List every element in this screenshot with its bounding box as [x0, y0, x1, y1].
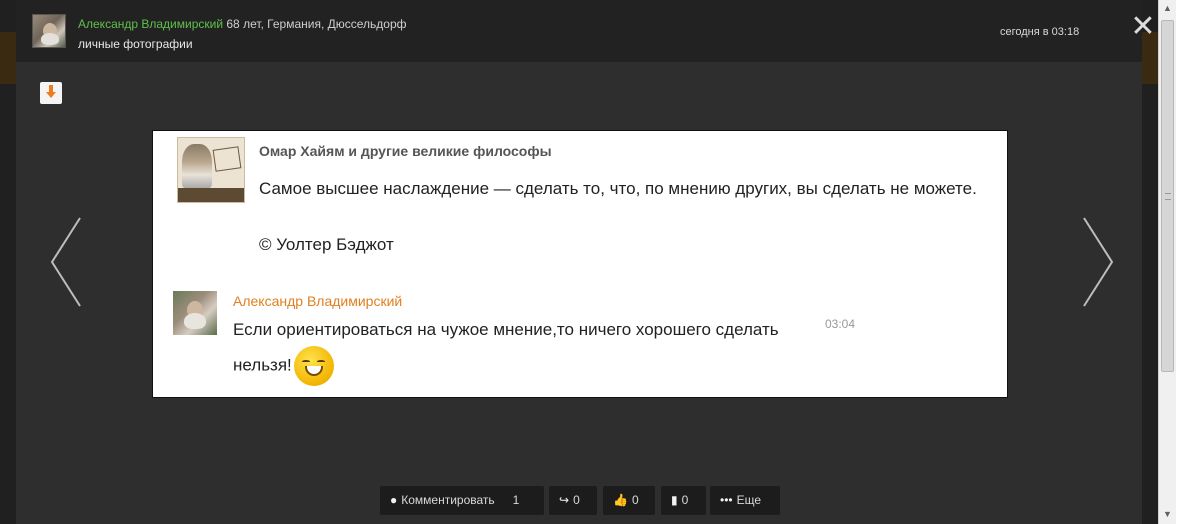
comment-label: Комментировать [401, 493, 495, 507]
smiley-icon [293, 346, 334, 386]
chevron-right-icon [1083, 217, 1114, 307]
like-button[interactable]: 👍 0 [603, 486, 655, 515]
more-label: Еще [736, 493, 762, 507]
next-photo-button[interactable] [1074, 212, 1118, 312]
stats-button[interactable]: ▮ 0 [661, 486, 706, 515]
bar-chart-icon: ▮ [671, 493, 678, 507]
author-info: Александр Владимирский 68 лет, Германия,… [78, 17, 407, 31]
download-icon [46, 85, 56, 100]
window-edge [1176, 0, 1190, 524]
comment-count: 1 [512, 493, 520, 507]
vertical-scrollbar[interactable]: ▲ ▼ [1158, 0, 1176, 524]
group-avatar-emblem [212, 146, 242, 172]
scroll-up-arrow-icon[interactable]: ▲ [1159, 0, 1176, 17]
more-button[interactable]: ••• Еще [710, 486, 780, 515]
post-timestamp: сегодня в 03:18 [1000, 26, 1080, 38]
author-avatar[interactable] [32, 14, 66, 48]
photo-viewer: Александр Владимирский 68 лет, Германия,… [16, 0, 1156, 524]
backdrop-accent [0, 32, 16, 84]
photo-viewer-page: Александр Владимирский 68 лет, Германия,… [0, 0, 1190, 524]
chevron-left-icon [50, 217, 81, 307]
scrollbar-thumb[interactable] [1161, 20, 1174, 372]
scrollbar-grip [1165, 193, 1171, 200]
ellipsis-icon: ••• [720, 493, 733, 507]
download-button[interactable] [40, 82, 62, 104]
comment-time: 03:04 [825, 317, 856, 331]
avatar-beard [41, 33, 59, 45]
backdrop-left [0, 0, 16, 524]
photo-image[interactable]: Омар Хайям и другие великие философы Сам… [152, 130, 1008, 398]
group-title: Омар Хайям и другие великие философы [259, 143, 552, 159]
thumbs-up-icon: 👍 [613, 493, 628, 507]
close-icon: ✕ [1130, 10, 1156, 43]
close-button[interactable]: ✕ [1130, 12, 1156, 42]
quote-text: Самое высшее наслаждение — сделать то, ч… [259, 179, 977, 198]
prev-photo-button[interactable] [46, 212, 90, 312]
speech-bubble-icon: ● [390, 493, 398, 507]
commenter-name: Александр Владимирский [233, 293, 403, 309]
group-avatar-caption [178, 188, 244, 202]
share-arrow-icon: ↪ [559, 493, 570, 507]
group-avatar [177, 137, 245, 203]
comment-button[interactable]: ● Комментировать 1 [380, 486, 544, 515]
stats-count: 0 [681, 493, 689, 507]
backdrop-right [1142, 0, 1158, 524]
commenter-avatar [173, 291, 217, 335]
comment-text: Если ориентироваться на чужое мнение,то … [233, 314, 793, 386]
author-meta: 68 лет, Германия, Дюссельдорф [223, 17, 407, 31]
like-count: 0 [631, 493, 639, 507]
viewer-header: Александр Владимирский 68 лет, Германия,… [16, 0, 1156, 62]
share-button[interactable]: ↪ 0 [549, 486, 597, 515]
author-name-link[interactable]: Александр Владимирский [78, 17, 223, 31]
quote-author: © Уолтер Бэджот [259, 235, 394, 254]
share-count: 0 [573, 493, 580, 507]
avatar-beard [184, 313, 206, 329]
album-link[interactable]: личные фотографии [78, 37, 193, 51]
scroll-down-arrow-icon[interactable]: ▼ [1159, 506, 1176, 523]
group-avatar-portrait [182, 144, 212, 188]
